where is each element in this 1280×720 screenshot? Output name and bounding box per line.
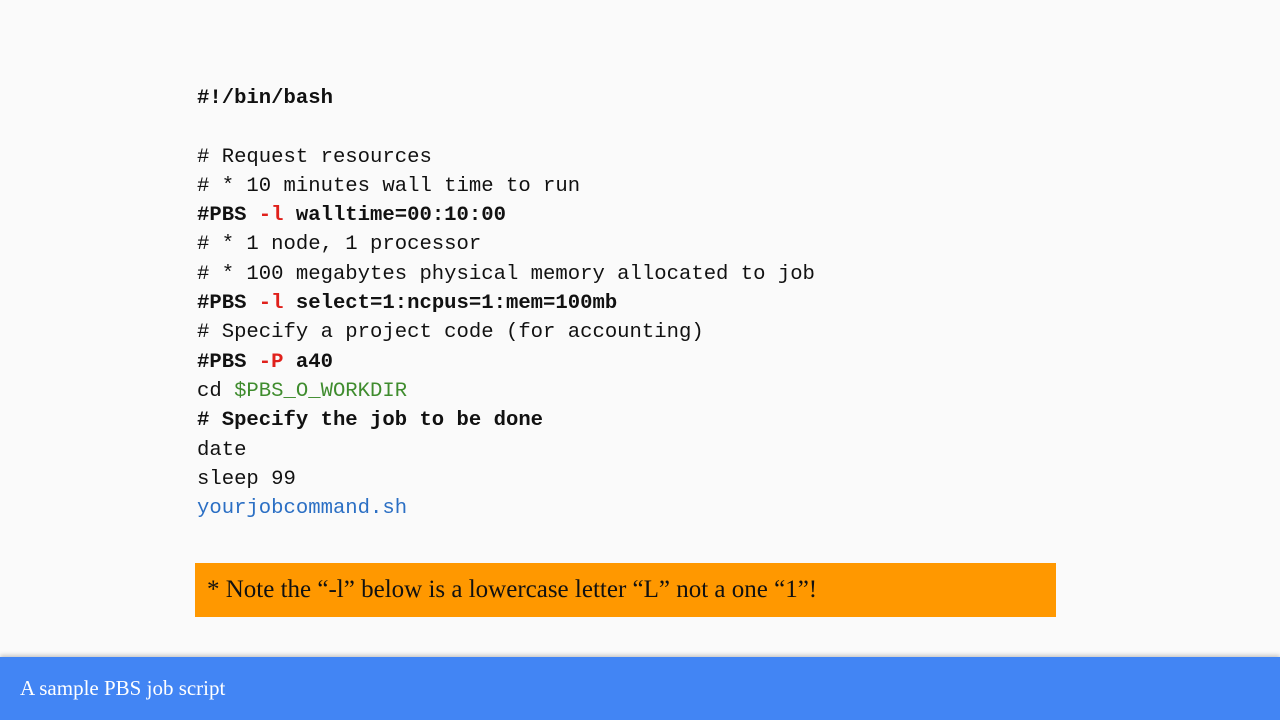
code-line: #PBS -l select=1:ncpus=1:mem=100mb bbox=[197, 289, 815, 318]
code-line: #PBS -P a40 bbox=[197, 348, 815, 377]
code-line: #PBS -l walltime=00:10:00 bbox=[197, 201, 815, 230]
code-token: $PBS_O_WORKDIR bbox=[234, 379, 408, 403]
code-line: # Specify the job to be done bbox=[197, 406, 815, 435]
note-text: * Note the “-l” below is a lowercase let… bbox=[207, 576, 818, 603]
code-line: yourjobcommand.sh bbox=[197, 494, 815, 523]
slide-footer: A sample PBS job script bbox=[0, 657, 1280, 720]
code-line: date bbox=[197, 436, 815, 465]
code-token: #!/bin/bash bbox=[197, 87, 333, 110]
code-token: #PBS bbox=[197, 292, 259, 316]
code-token: -P bbox=[258, 350, 284, 374]
code-token: cd bbox=[197, 379, 235, 403]
code-token: a40 bbox=[283, 350, 333, 374]
slide-title: A sample PBS job script bbox=[20, 676, 226, 700]
code-token: yourjobcommand.sh bbox=[197, 497, 408, 521]
code-line: #!/bin/bash bbox=[197, 84, 815, 113]
code-token: # * 1 node, 1 processor bbox=[197, 233, 482, 257]
code-line: # Specify a project code (for accounting… bbox=[197, 318, 815, 347]
code-token: -l bbox=[258, 204, 284, 228]
code-token: # * 100 megabytes physical memory alloca… bbox=[197, 262, 815, 286]
code-token: # Specify the job to be done bbox=[197, 409, 544, 433]
code-line: sleep 99 bbox=[197, 465, 815, 494]
code-token: walltime=00:10:00 bbox=[283, 204, 506, 228]
code-token: # Specify a project code (for accounting… bbox=[197, 321, 704, 345]
code-line: cd $PBS_O_WORKDIR bbox=[197, 377, 815, 406]
code-token: select=1:ncpus=1:mem=100mb bbox=[283, 292, 618, 316]
code-token: sleep 99 bbox=[197, 467, 296, 491]
code-line: # * 100 megabytes physical memory alloca… bbox=[197, 260, 815, 289]
job-script-code: #!/bin/bash # Request resources # * 10 min… bbox=[197, 84, 815, 523]
code-token: #PBS bbox=[197, 350, 259, 374]
code-token: #PBS bbox=[197, 204, 259, 228]
code-line: # * 10 minutes wall time to run bbox=[197, 172, 815, 201]
code-token: date bbox=[197, 438, 247, 462]
code-line: # * 1 node, 1 processor bbox=[197, 230, 815, 259]
code-token: # * 10 minutes wall time to run bbox=[197, 174, 581, 198]
code-token: -l bbox=[258, 292, 284, 316]
note-banner: * Note the “-l” below is a lowercase let… bbox=[195, 563, 1056, 617]
code-line: # Request resources bbox=[197, 143, 815, 172]
code-token: # Request resources bbox=[197, 145, 432, 169]
